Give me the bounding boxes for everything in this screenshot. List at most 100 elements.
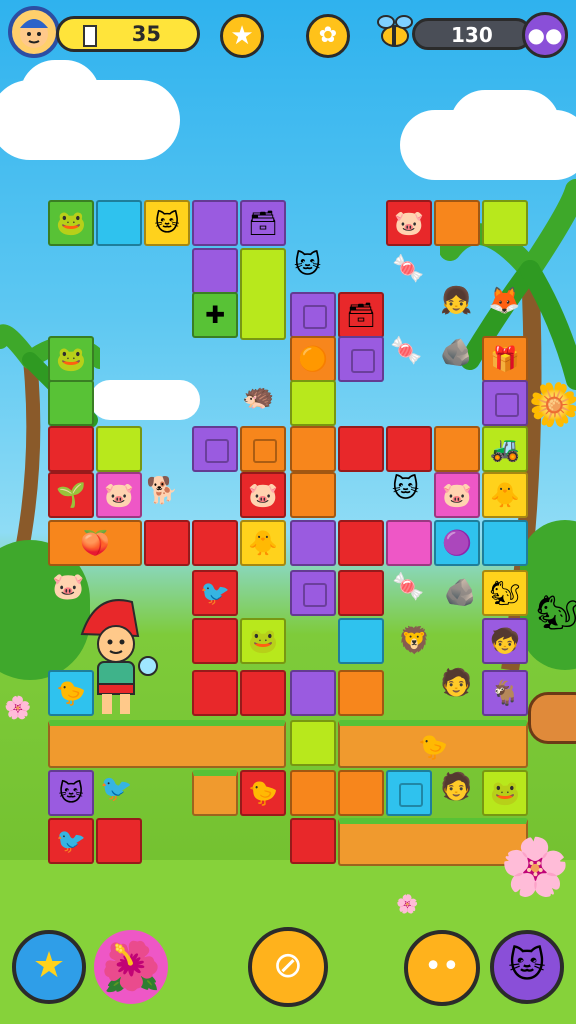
tile-yellow[interactable]: 🐥 <box>240 520 286 566</box>
tile-orange[interactable]: 🟠 <box>290 336 336 382</box>
tile-purple[interactable]: 🐐 <box>482 670 528 716</box>
tile-red[interactable] <box>338 426 384 472</box>
tile-green[interactable]: ✚ <box>192 292 238 338</box>
tile-red[interactable] <box>290 818 336 864</box>
player-avatar-icon[interactable] <box>8 6 60 58</box>
tile-lime[interactable]: 🐸 <box>482 770 528 816</box>
tile-purple[interactable] <box>290 570 336 616</box>
tile-orange[interactable] <box>192 770 238 816</box>
tile-red[interactable] <box>48 426 94 472</box>
tile-red[interactable] <box>240 670 286 716</box>
tile-cyan[interactable] <box>386 770 432 816</box>
tulip-decoration: 🌼 <box>528 380 576 429</box>
tile-yellow[interactable]: 🐥 <box>482 472 528 518</box>
tile-pink[interactable] <box>386 520 432 566</box>
tile-red[interactable]: 🐦 <box>192 570 238 616</box>
tile-lime[interactable] <box>290 720 336 766</box>
dog-critter[interactable]: 🐕 <box>146 478 178 504</box>
tile-lime[interactable] <box>290 380 336 426</box>
tile-red[interactable]: 🐷 <box>386 200 432 246</box>
girl-critter[interactable]: 👧 <box>440 288 472 314</box>
tile-red[interactable]: 🐷 <box>240 472 286 518</box>
tile-purple[interactable] <box>482 380 528 426</box>
tile-red[interactable]: 🗃 <box>338 292 384 338</box>
lion-critter[interactable]: 🦁 <box>398 628 430 654</box>
boy-critter[interactable]: 🧑 <box>440 670 472 696</box>
flower-icon[interactable]: 🌺 <box>94 930 168 1004</box>
progress-fill <box>83 25 97 47</box>
tile-green[interactable] <box>48 380 94 426</box>
tile-red[interactable] <box>192 618 238 664</box>
tile-red[interactable]: 🐦 <box>48 818 94 864</box>
star-icon[interactable]: ★ <box>12 930 86 1004</box>
tile-cyan[interactable] <box>482 520 528 566</box>
rock-critter[interactable]: 🪨 <box>440 340 472 366</box>
tile-lime[interactable] <box>482 200 528 246</box>
boy-critter[interactable]: 🧑 <box>440 774 472 800</box>
rock-critter[interactable]: 🪨 <box>444 580 476 606</box>
tile-orange[interactable] <box>240 426 286 472</box>
bird-critter[interactable]: 🐦 <box>100 776 132 802</box>
tile-orange[interactable]: 🍑 <box>48 520 142 566</box>
tile-orange[interactable] <box>434 426 480 472</box>
tile-purple[interactable]: 🧒 <box>482 618 528 664</box>
tile-green[interactable]: 🐸 <box>48 336 94 382</box>
tile-purple[interactable] <box>290 670 336 716</box>
tile-red[interactable]: 🌱 <box>48 472 94 518</box>
tile-red[interactable] <box>338 520 384 566</box>
tile-purple[interactable]: 🗃 <box>240 200 286 246</box>
game-scene: 35 ★ ✿ 130 ●● 🐸 🐱 🗃 🐷 🐱 🍬 ✚ 🗃 👧 🦊 🐸 🟠 🍬 <box>0 0 576 1024</box>
tile-red[interactable]: 🐤 <box>240 770 286 816</box>
star-icon[interactable]: ★ <box>220 14 264 58</box>
cat-critter[interactable]: 🐱 <box>294 252 321 278</box>
armadillo-critter[interactable]: 🦔 <box>242 384 274 410</box>
tile-lime[interactable]: 🚜 <box>482 426 528 472</box>
tile-orange[interactable] <box>434 200 480 246</box>
tile-red[interactable] <box>192 670 238 716</box>
tile-cyan[interactable] <box>96 200 142 246</box>
pet-icon[interactable]: 🐱 <box>490 930 564 1004</box>
tile-red[interactable] <box>192 520 238 566</box>
game-board: 🐸 🐱 🗃 🐷 🐱 🍬 ✚ 🗃 👧 🦊 🐸 🟠 🍬 🪨 🎁 🦔 🚜 🌱 🐷 🐕 … <box>48 200 528 868</box>
tile-pink[interactable]: 🐷 <box>434 472 480 518</box>
tile-red[interactable] <box>144 520 190 566</box>
tile-orange[interactable] <box>338 670 384 716</box>
coins-value: 35 <box>131 22 161 46</box>
smile-icon[interactable]: •• <box>404 930 480 1006</box>
tile-red[interactable] <box>96 818 142 864</box>
tile-pink[interactable]: 🐷 <box>96 472 142 518</box>
tile-orange[interactable] <box>290 426 336 472</box>
tile-purple[interactable] <box>338 336 384 382</box>
tile-purple[interactable] <box>192 248 238 294</box>
candy-critter[interactable]: 🍬 <box>392 574 424 600</box>
tile-orange[interactable] <box>290 472 336 518</box>
menu-icon[interactable]: ●● <box>522 12 568 58</box>
candy-critter[interactable]: 🍬 <box>392 256 424 282</box>
tile-lime[interactable]: 🐸 <box>240 618 286 664</box>
tile-purple[interactable] <box>290 292 336 338</box>
tile-purple[interactable] <box>192 200 238 246</box>
tile-orange[interactable]: 🎁 <box>482 336 528 382</box>
gnome-character[interactable] <box>76 594 160 720</box>
score-bar: 130 <box>412 18 532 50</box>
coin-icon[interactable]: ✿ <box>306 14 350 58</box>
tile-orange[interactable] <box>290 770 336 816</box>
tile-purple[interactable] <box>192 426 238 472</box>
tile-red[interactable] <box>338 570 384 616</box>
tile-lime[interactable] <box>240 248 286 340</box>
tile-purple[interactable]: 🐱 <box>48 770 94 816</box>
tile-yellow[interactable]: 🐱 <box>144 200 190 246</box>
tile-purple[interactable] <box>290 520 336 566</box>
tile-green[interactable]: 🐸 <box>48 200 94 246</box>
candy-critter[interactable]: 🍬 <box>390 338 422 364</box>
tile-orange[interactable] <box>338 770 384 816</box>
ground-strip <box>48 720 286 768</box>
cancel-icon[interactable]: ⊘ <box>248 927 328 1007</box>
tile-red[interactable] <box>386 426 432 472</box>
fox-critter[interactable]: 🦊 <box>488 288 520 314</box>
tile-lime[interactable] <box>96 426 142 472</box>
tile-cyan[interactable]: 🟣 <box>434 520 480 566</box>
cat-critter[interactable]: 🐱 <box>392 476 419 502</box>
tile-yellow[interactable]: 🐿 <box>482 570 528 616</box>
tile-cyan[interactable] <box>338 618 384 664</box>
